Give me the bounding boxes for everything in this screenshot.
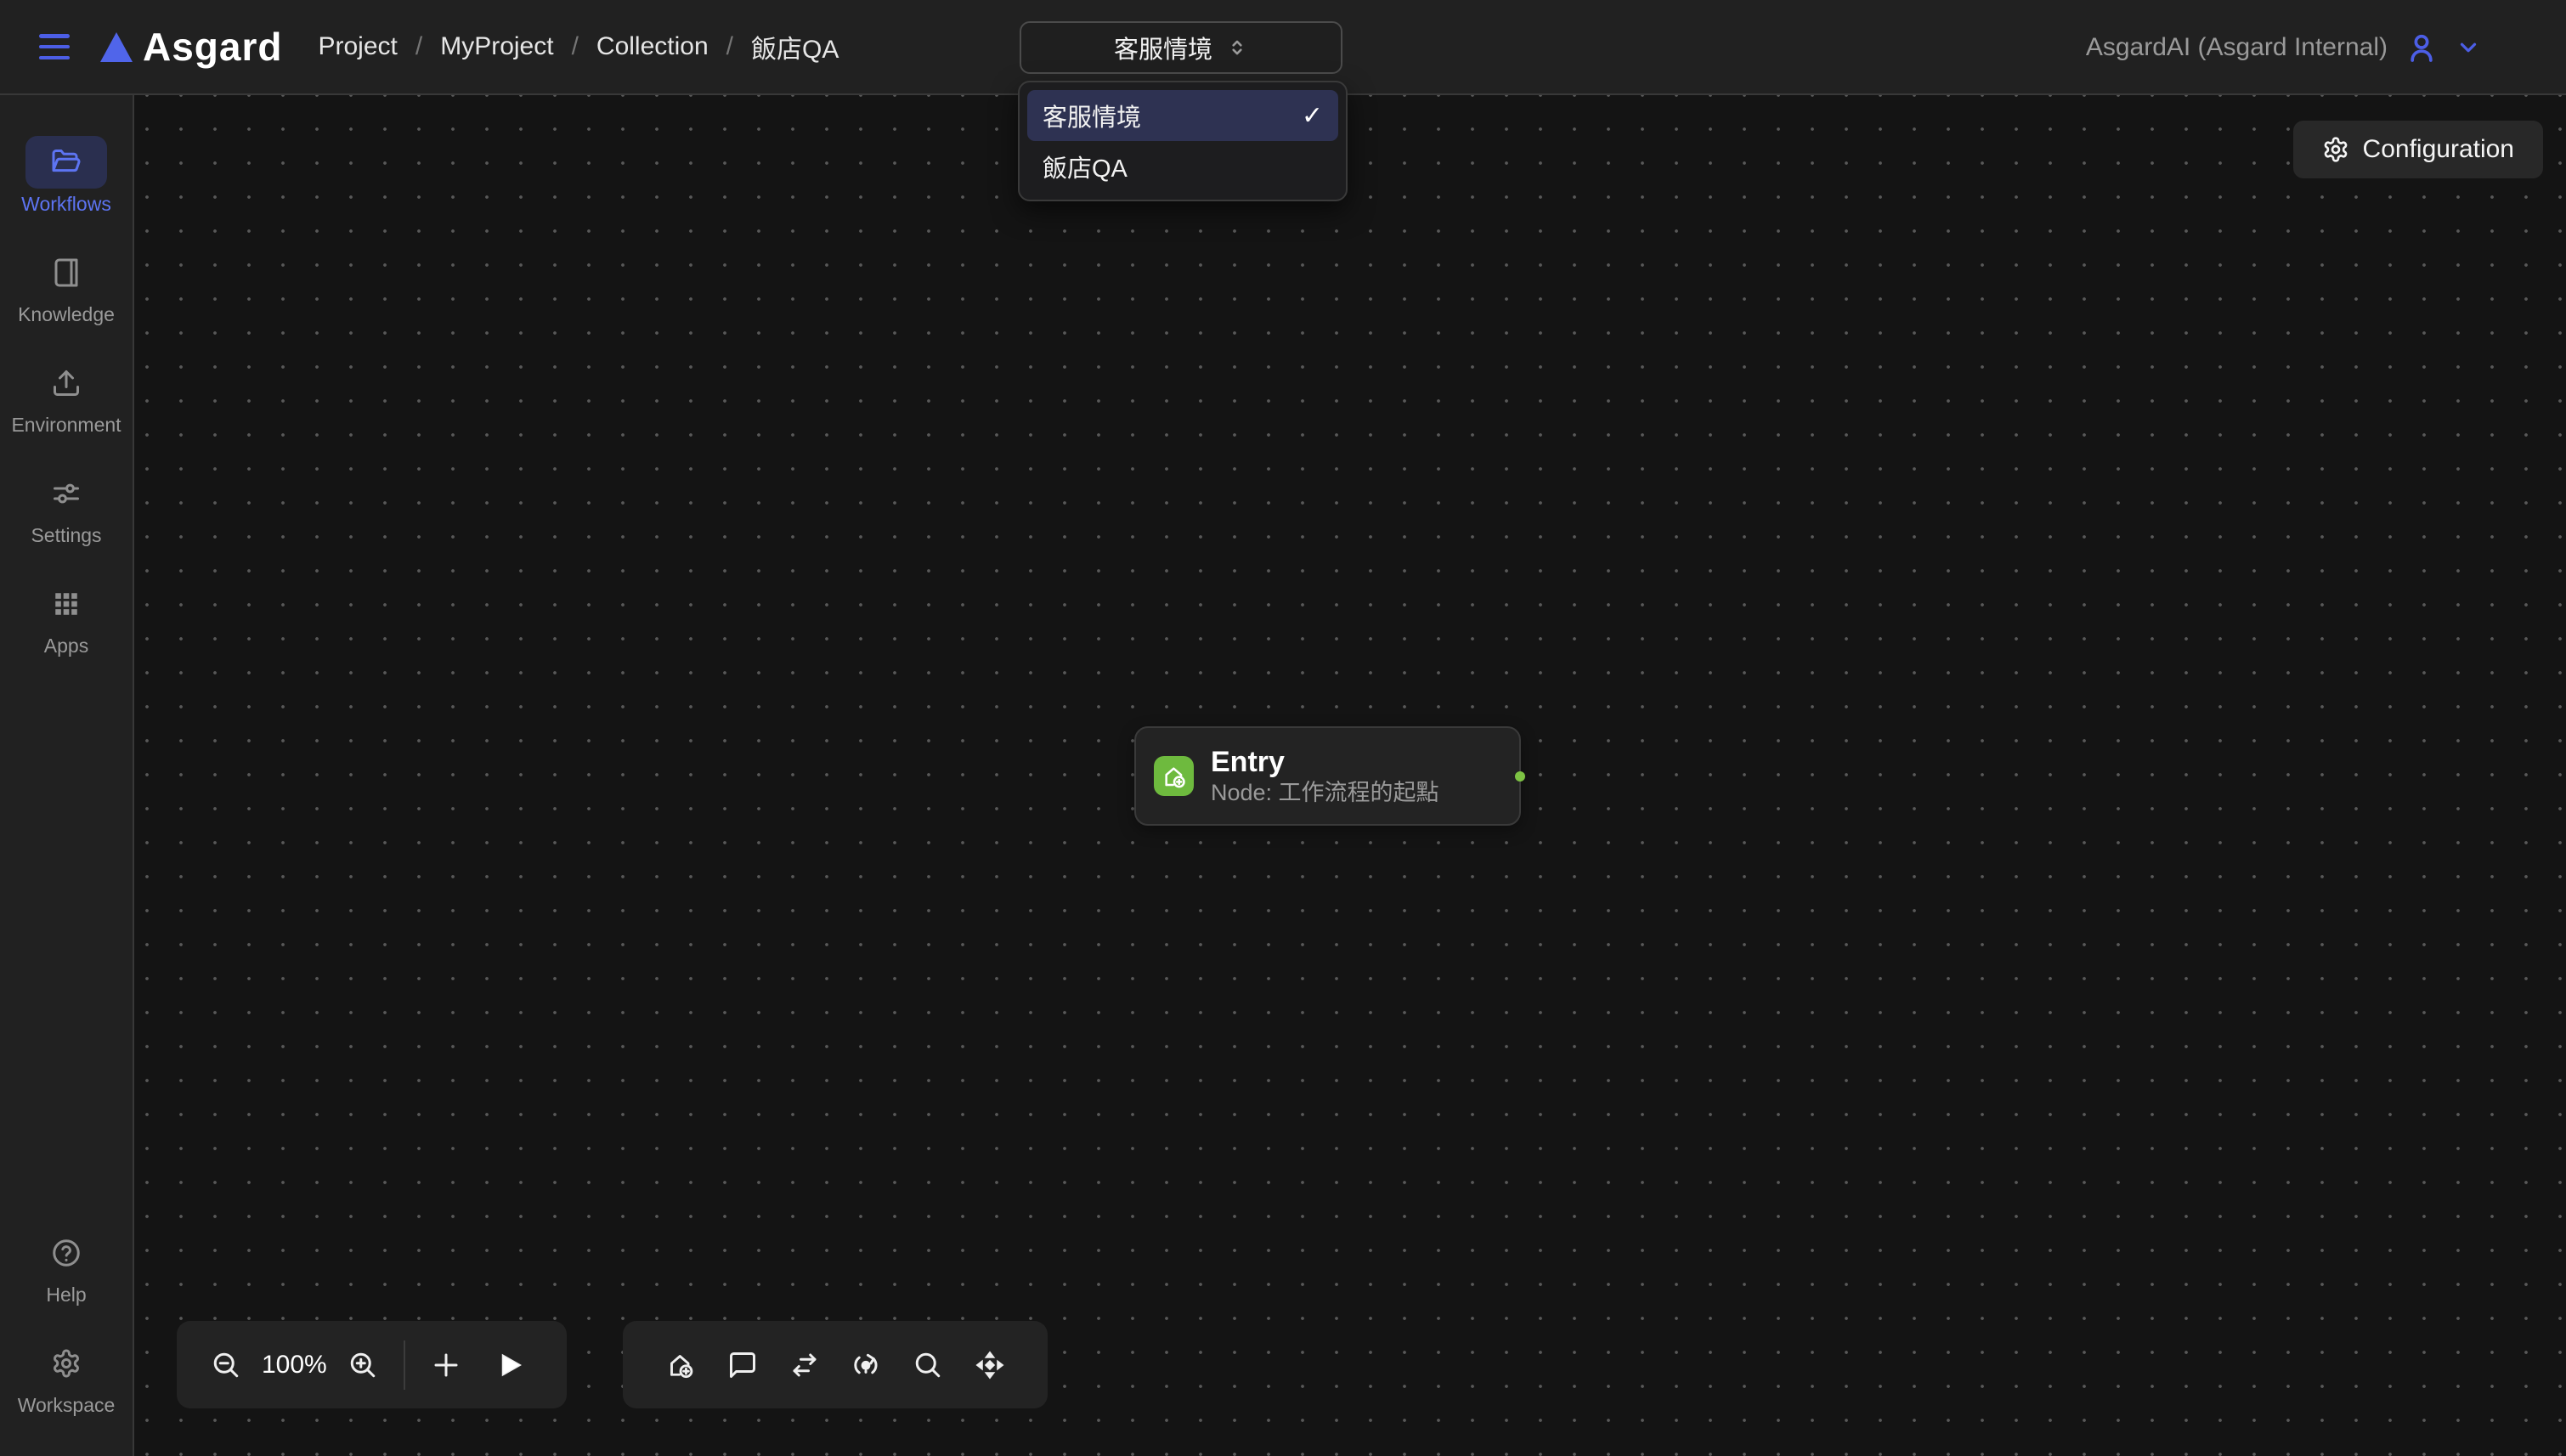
entry-node[interactable]: Entry Node: 工作流程的起點 <box>1134 726 1521 826</box>
gear-icon <box>25 1337 107 1390</box>
sidebar-item-label: Environment <box>11 414 121 437</box>
zoom-level: 100% <box>262 1351 327 1380</box>
upload-icon <box>25 357 107 409</box>
fit-view-icon[interactable] <box>975 1350 1005 1380</box>
folder-open-icon <box>25 136 107 189</box>
node-output-port[interactable] <box>1515 771 1525 782</box>
swap-arrows-icon[interactable] <box>789 1350 820 1380</box>
app-logo[interactable]: Asgard <box>100 24 282 70</box>
help-circle-icon <box>25 1227 107 1279</box>
search-icon[interactable] <box>913 1350 943 1380</box>
auto-layout-icon[interactable] <box>851 1350 881 1380</box>
check-icon: ✓ <box>1302 101 1323 131</box>
chevron-up-down-icon <box>1226 37 1248 59</box>
workflow-canvas[interactable]: Configuration Entry Node: 工作流程的起點 <box>134 95 2566 1456</box>
gear-icon <box>2322 136 2349 163</box>
breadcrumb: Project / MyProject / Collection / 飯店QA <box>318 28 839 65</box>
toolbar-divider <box>404 1340 405 1390</box>
configuration-label: Configuration <box>2363 135 2514 164</box>
person-icon[interactable] <box>2405 31 2439 65</box>
grid-dots-icon <box>25 578 107 630</box>
sidebar-item-label: Workspace <box>18 1394 116 1417</box>
account-menu[interactable]: AsgardAI (Asgard Internal) <box>2086 0 2481 95</box>
sidebar-nav: Workflows Knowledge Environment <box>0 95 134 1456</box>
hamburger-menu-icon[interactable] <box>39 34 70 59</box>
breadcrumb-separator: / <box>572 32 579 61</box>
sidebar-item-workflows[interactable]: Workflows <box>21 136 111 216</box>
breadcrumb-separator: / <box>415 32 422 61</box>
account-label: AsgardAI (Asgard Internal) <box>2086 33 2388 62</box>
sliders-icon <box>25 467 107 520</box>
sidebar-item-label: Workflows <box>21 193 111 216</box>
sidebar-item-apps[interactable]: Apps <box>25 578 107 657</box>
workflow-dropdown-menu: 客服情境 ✓ 飯店QA <box>1018 81 1348 201</box>
comment-icon[interactable] <box>727 1350 758 1380</box>
app-name: Asgard <box>143 24 282 70</box>
sidebar-item-settings[interactable]: Settings <box>25 467 107 547</box>
workflow-option-selected[interactable]: 客服情境 ✓ <box>1027 90 1338 141</box>
chevron-down-icon[interactable] <box>2456 35 2481 60</box>
add-node-icon[interactable] <box>665 1350 696 1380</box>
sidebar-item-knowledge[interactable]: Knowledge <box>18 246 115 326</box>
breadcrumb-project[interactable]: Project <box>318 32 397 61</box>
breadcrumb-myproject[interactable]: MyProject <box>440 32 553 61</box>
sidebar-item-label: Help <box>46 1284 86 1306</box>
app-root: Asgard Project / MyProject / Collection … <box>0 0 2566 1456</box>
tools-toolbar <box>623 1321 1048 1408</box>
node-title: Entry <box>1211 748 1439 776</box>
sidebar-item-label: Settings <box>31 524 101 547</box>
configuration-button[interactable]: Configuration <box>2293 121 2543 178</box>
node-subtitle: Node: 工作流程的起點 <box>1211 782 1439 804</box>
sidebar-item-environment[interactable]: Environment <box>11 357 121 437</box>
workflow-select[interactable]: 客服情境 <box>1020 21 1342 74</box>
sidebar-item-label: Knowledge <box>18 303 115 326</box>
zoom-in-icon[interactable] <box>348 1350 378 1380</box>
sidebar-item-help[interactable]: Help <box>25 1227 107 1306</box>
book-icon <box>25 246 107 299</box>
breadcrumb-collection[interactable]: Collection <box>596 32 709 61</box>
entry-node-texts: Entry Node: 工作流程的起點 <box>1211 748 1439 804</box>
breadcrumb-current[interactable]: 飯店QA <box>751 28 839 65</box>
zoom-toolbar: 100% <box>177 1321 567 1408</box>
zoom-out-icon[interactable] <box>211 1350 241 1380</box>
triangle-logo-icon <box>100 32 133 62</box>
house-plus-icon <box>1154 756 1194 796</box>
sidebar-item-workspace[interactable]: Workspace <box>18 1337 116 1417</box>
workflow-option[interactable]: 飯店QA <box>1027 141 1338 192</box>
workflow-option-label: 飯店QA <box>1043 149 1128 184</box>
sidebar-item-label: Apps <box>44 635 88 657</box>
workflow-option-label: 客服情境 <box>1043 98 1141 133</box>
play-icon[interactable] <box>494 1350 524 1380</box>
workflow-select-value: 客服情境 <box>1114 30 1212 65</box>
breadcrumb-separator: / <box>726 32 733 61</box>
plus-icon[interactable] <box>431 1350 461 1380</box>
